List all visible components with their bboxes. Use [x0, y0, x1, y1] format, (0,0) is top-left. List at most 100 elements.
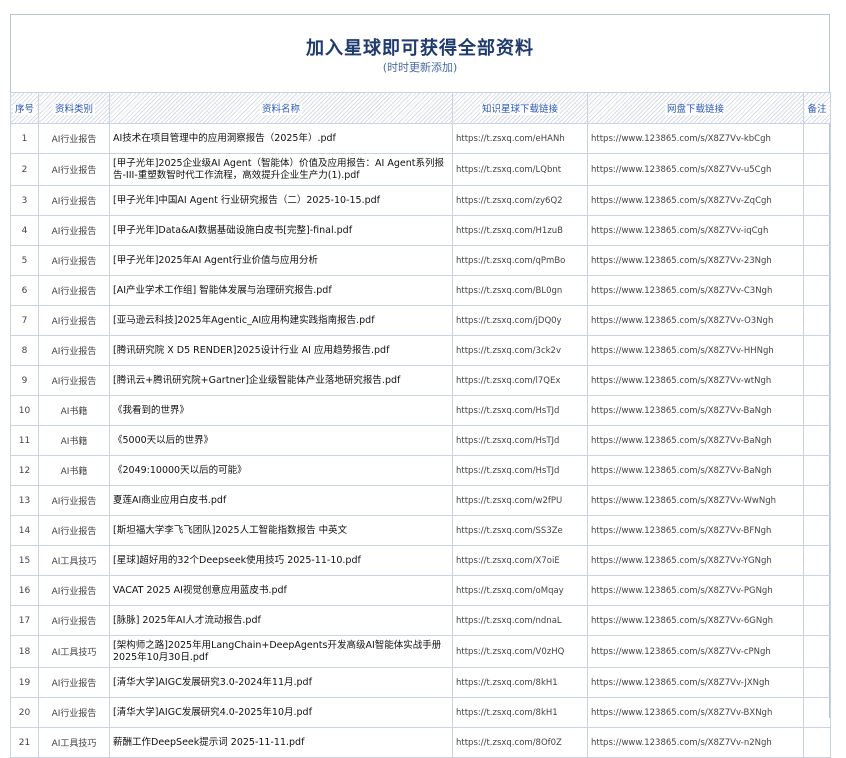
cell-zsxq-url[interactable]: https://t.zsxq.com/ndnaL — [452, 605, 588, 636]
cell-note[interactable] — [803, 395, 831, 426]
cell-index[interactable]: 16 — [10, 575, 39, 606]
cell-note[interactable] — [803, 425, 831, 456]
cell-pan-url[interactable]: https://www.123865.com/s/X8Z7Vv-u5Cgh — [587, 153, 804, 186]
cell-category[interactable]: AI行业报告 — [38, 185, 110, 216]
cell-name[interactable]: [腾讯云+腾讯研究院+Gartner]企业级智能体产业落地研究报告.pdf — [109, 365, 453, 396]
cell-note[interactable] — [803, 667, 831, 698]
cell-pan-url[interactable]: https://www.123865.com/s/X8Z7Vv-YGNgh — [587, 545, 804, 576]
cell-name[interactable]: [AI产业学术工作组] 智能体发展与治理研究报告.pdf — [109, 275, 453, 306]
cell-name[interactable]: 夏莲AI商业应用白皮书.pdf — [109, 485, 453, 516]
cell-name[interactable]: [腾讯研究院 X D5 RENDER]2025设计行业 AI 应用趋势报告.pd… — [109, 335, 453, 366]
cell-index[interactable]: 13 — [10, 485, 39, 516]
cell-pan-url[interactable]: https://www.123865.com/s/X8Z7Vv-kbCgh — [587, 123, 804, 154]
table-row[interactable]: 6 AI行业报告 [AI产业学术工作组] 智能体发展与治理研究报告.pdf https… — [10, 275, 831, 306]
cell-category[interactable]: AI行业报告 — [38, 305, 110, 336]
cell-pan-url[interactable]: https://www.123865.com/s/X8Z7Vv-JXNgh — [587, 667, 804, 698]
cell-pan-url[interactable]: https://www.123865.com/s/X8Z7Vv-BXNgh — [587, 697, 804, 728]
header-zsxq-url[interactable]: 知识星球下载链接 — [452, 92, 588, 124]
cell-zsxq-url[interactable]: https://t.zsxq.com/oMqay — [452, 575, 588, 606]
header-name[interactable]: 资料名称 — [109, 92, 453, 124]
cell-note[interactable] — [803, 215, 831, 246]
cell-category[interactable]: AI行业报告 — [38, 575, 110, 606]
cell-zsxq-url[interactable]: https://t.zsxq.com/HsTJd — [452, 455, 588, 486]
cell-category[interactable]: AI工具技巧 — [38, 727, 110, 758]
cell-category[interactable]: AI行业报告 — [38, 335, 110, 366]
cell-name[interactable]: [斯坦福大学李飞飞团队]2025人工智能指数报告 中英文 — [109, 515, 453, 546]
table-row[interactable]: 15 AI工具技巧 [星球]超好用的32个Deepseek使用技巧 2025-11-… — [10, 545, 831, 576]
cell-pan-url[interactable]: https://www.123865.com/s/X8Z7Vv-WwNgh — [587, 485, 804, 516]
cell-zsxq-url[interactable]: https://t.zsxq.com/8kH1 — [452, 667, 588, 698]
cell-note[interactable] — [803, 727, 831, 758]
cell-note[interactable] — [803, 485, 831, 516]
cell-name[interactable]: [亚马逊云科技]2025年Agentic_AI应用构建实践指南报告.pdf — [109, 305, 453, 336]
cell-pan-url[interactable]: https://www.123865.com/s/X8Z7Vv-BFNgh — [587, 515, 804, 546]
cell-category[interactable]: AI行业报告 — [38, 123, 110, 154]
cell-name[interactable]: 《2049:10000天以后的可能》 — [109, 455, 453, 486]
cell-category[interactable]: AI工具技巧 — [38, 545, 110, 576]
cell-category[interactable]: AI行业报告 — [38, 275, 110, 306]
cell-note[interactable] — [803, 575, 831, 606]
table-row[interactable]: 12 AI书籍 《2049:10000天以后的可能》 https://t.zsxq.c… — [10, 455, 831, 486]
table-row[interactable]: 2 AI行业报告 [甲子光年]2025企业级AI Agent（智能体）价值及应用报告… — [10, 153, 831, 186]
cell-zsxq-url[interactable]: https://t.zsxq.com/jDQ0y — [452, 305, 588, 336]
header-pan-url[interactable]: 网盘下载链接 — [587, 92, 804, 124]
cell-index[interactable]: 12 — [10, 455, 39, 486]
cell-zsxq-url[interactable]: https://t.zsxq.com/V0zHQ — [452, 635, 588, 668]
cell-index[interactable]: 21 — [10, 727, 39, 758]
cell-name[interactable]: [星球]超好用的32个Deepseek使用技巧 2025-11-10.pdf — [109, 545, 453, 576]
cell-index[interactable]: 3 — [10, 185, 39, 216]
cell-pan-url[interactable]: https://www.123865.com/s/X8Z7Vv-PGNgh — [587, 575, 804, 606]
cell-index[interactable]: 14 — [10, 515, 39, 546]
header-index[interactable]: 序号 — [10, 92, 39, 124]
table-row[interactable]: 17 AI行业报告 [脉脉] 2025年AI人才流动报告.pdf https://t.… — [10, 605, 831, 636]
table-row[interactable]: 1 AI行业报告 AI技术在项目管理中的应用洞察报告（2025年）.pdf https… — [10, 123, 831, 154]
cell-category[interactable]: AI行业报告 — [38, 667, 110, 698]
cell-zsxq-url[interactable]: https://t.zsxq.com/8Of0Z — [452, 727, 588, 758]
cell-index[interactable]: 2 — [10, 153, 39, 186]
table-row[interactable]: 16 AI行业报告 VACAT 2025 AI视觉创意应用蓝皮书.pdf https:… — [10, 575, 831, 606]
cell-category[interactable]: AI行业报告 — [38, 153, 110, 186]
cell-index[interactable]: 4 — [10, 215, 39, 246]
table-row[interactable]: 21 AI工具技巧 薪酬工作DeepSeek提示词 2025-11-11.pdf ht… — [10, 727, 831, 758]
cell-index[interactable]: 1 — [10, 123, 39, 154]
cell-zsxq-url[interactable]: https://t.zsxq.com/w2fPU — [452, 485, 588, 516]
cell-category[interactable]: AI行业报告 — [38, 697, 110, 728]
table-row[interactable]: 7 AI行业报告 [亚马逊云科技]2025年Agentic_AI应用构建实践指南报告… — [10, 305, 831, 336]
cell-name[interactable]: VACAT 2025 AI视觉创意应用蓝皮书.pdf — [109, 575, 453, 606]
table-row[interactable]: 5 AI行业报告 [甲子光年]2025年AI Agent行业价值与应用分析 https… — [10, 245, 831, 276]
cell-category[interactable]: AI行业报告 — [38, 365, 110, 396]
table-row[interactable]: 3 AI行业报告 [甲子光年]中国AI Agent 行业研究报告（二）2025-10… — [10, 185, 831, 216]
cell-zsxq-url[interactable]: https://t.zsxq.com/LQbnt — [452, 153, 588, 186]
cell-note[interactable] — [803, 275, 831, 306]
cell-category[interactable]: AI行业报告 — [38, 515, 110, 546]
cell-category[interactable]: AI行业报告 — [38, 605, 110, 636]
table-row[interactable]: 10 AI书籍 《我看到的世界》 https://t.zsxq.com/HsTJd ht… — [10, 395, 831, 426]
cell-note[interactable] — [803, 335, 831, 366]
cell-index[interactable]: 5 — [10, 245, 39, 276]
table-row[interactable]: 8 AI行业报告 [腾讯研究院 X D5 RENDER]2025设计行业 AI 应用… — [10, 335, 831, 366]
cell-zsxq-url[interactable]: https://t.zsxq.com/HsTJd — [452, 425, 588, 456]
table-row[interactable]: 19 AI行业报告 [清华大学]AIGC发展研究3.0-2024年11月.pdf ht… — [10, 667, 831, 698]
cell-pan-url[interactable]: https://www.123865.com/s/X8Z7Vv-ZqCgh — [587, 185, 804, 216]
cell-name[interactable]: [甲子光年]Data&AI数据基础设施白皮书[完整]-final.pdf — [109, 215, 453, 246]
table-row[interactable]: 9 AI行业报告 [腾讯云+腾讯研究院+Gartner]企业级智能体产业落地研究报告… — [10, 365, 831, 396]
cell-note[interactable] — [803, 305, 831, 336]
cell-pan-url[interactable]: https://www.123865.com/s/X8Z7Vv-O3Ngh — [587, 305, 804, 336]
cell-note[interactable] — [803, 635, 831, 668]
cell-name[interactable]: [脉脉] 2025年AI人才流动报告.pdf — [109, 605, 453, 636]
cell-note[interactable] — [803, 153, 831, 186]
cell-name[interactable]: AI技术在项目管理中的应用洞察报告（2025年）.pdf — [109, 123, 453, 154]
cell-index[interactable]: 8 — [10, 335, 39, 366]
cell-zsxq-url[interactable]: https://t.zsxq.com/H1zuB — [452, 215, 588, 246]
cell-zsxq-url[interactable]: https://t.zsxq.com/zy6Q2 — [452, 185, 588, 216]
cell-index[interactable]: 19 — [10, 667, 39, 698]
cell-name[interactable]: 薪酬工作DeepSeek提示词 2025-11-11.pdf — [109, 727, 453, 758]
cell-category[interactable]: AI行业报告 — [38, 485, 110, 516]
cell-index[interactable]: 10 — [10, 395, 39, 426]
cell-zsxq-url[interactable]: https://t.zsxq.com/8kH1 — [452, 697, 588, 728]
table-row[interactable]: 20 AI行业报告 [清华大学]AIGC发展研究4.0-2025年10月.pdf ht… — [10, 697, 831, 728]
cell-category[interactable]: AI行业报告 — [38, 245, 110, 276]
cell-note[interactable] — [803, 455, 831, 486]
cell-index[interactable]: 6 — [10, 275, 39, 306]
table-row[interactable]: 11 AI书籍 《5000天以后的世界》 https://t.zsxq.com/HsT… — [10, 425, 831, 456]
